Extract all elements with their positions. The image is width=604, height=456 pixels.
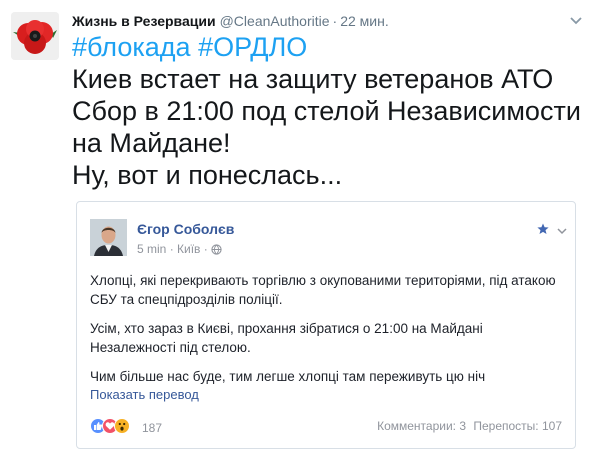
tweet-time[interactable]: 22 мин. (340, 13, 389, 29)
separator: · (203, 242, 208, 256)
separator: · (169, 242, 174, 256)
tweet-text-line: Сбор в 21:00 под стелой Независимости (72, 96, 581, 126)
embed-stats: Комментарии: 3 Перепосты: 107 (377, 419, 562, 433)
shares-count[interactable]: Перепосты: 107 (473, 419, 562, 433)
translate-link[interactable]: Показать перевод (90, 387, 199, 402)
wow-icon (114, 418, 130, 434)
chevron-down-icon[interactable] (568, 12, 584, 28)
tweet-text: #блокада #ОРДЛО Киев встает на защиту ве… (72, 31, 597, 191)
author-name[interactable]: Жизнь в Резервации (72, 13, 216, 29)
tweet-text-line: Ну, вот и понеслась... (72, 160, 343, 190)
author-handle[interactable]: @CleanAuthoritie (220, 13, 330, 29)
hashtag-line: #блокада #ОРДЛО (72, 31, 597, 63)
globe-icon (211, 244, 222, 258)
tweet-text-line: Киев встает на защиту ветеранов АТО (72, 64, 554, 94)
embed-author-avatar[interactable] (90, 219, 127, 256)
embed-post-text: Хлопці, які перекривають торгівлю з окуп… (90, 271, 560, 396)
tweet-text-line: на Майдане! (72, 128, 231, 158)
embed-paragraph: Усім, хто зараз в Києві, прохання зібрат… (90, 321, 483, 355)
person-photo (90, 219, 127, 256)
embed-author-name[interactable]: Єгор Соболєв (137, 221, 234, 237)
embed-footer: 187 Комментарии: 3 Перепосты: 107 (90, 416, 562, 436)
poppy-avatar-image (11, 12, 59, 60)
embed-location[interactable]: Київ (177, 242, 200, 256)
embed-time[interactable]: 5 min (137, 242, 166, 256)
comments-count[interactable]: Комментарии: 3 (377, 419, 466, 433)
star-icon[interactable] (537, 222, 549, 234)
chevron-down-icon[interactable] (557, 223, 567, 235)
tweet-header: Жизнь в Резервации @CleanAuthoritie · 22 ми… (72, 12, 389, 30)
embed-paragraph: Чим більше нас буде, тим легше хлопці та… (90, 369, 486, 384)
author-avatar[interactable] (11, 12, 59, 60)
tweet: Жизнь в Резервации @CleanAuthoritie · 22 ми… (0, 0, 604, 456)
embed-meta: 5 min · Київ · (137, 242, 222, 258)
hashtag-ordlo[interactable]: #ОРДЛО (198, 32, 307, 62)
separator: · (332, 13, 338, 29)
reactions-count: 187 (142, 421, 163, 435)
embed-paragraph: Хлопці, які перекривають торгівлю з окуп… (90, 273, 556, 307)
hashtag-blokada[interactable]: #блокада (72, 32, 191, 62)
facebook-embed-card[interactable]: Єгор Соболєв 5 min · Київ · Хлопці, які … (76, 201, 576, 449)
